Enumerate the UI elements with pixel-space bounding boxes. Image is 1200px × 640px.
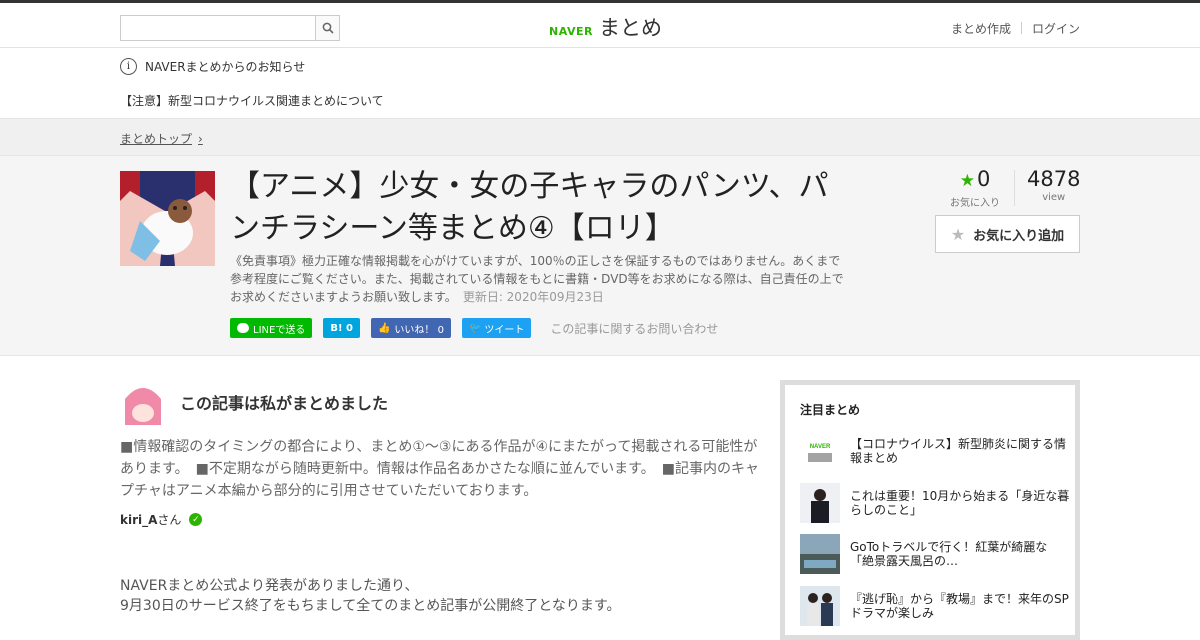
add-favorite-label: お気に入り追加: [973, 228, 1065, 244]
info-icon: i: [120, 58, 137, 75]
twitter-tweet-button[interactable]: 🐦 ツイート: [461, 318, 532, 338]
share-buttons: LINEで送る B! 0 👍 いいね！ 0 🐦 ツイート この記事に関するお問い…: [230, 318, 718, 338]
sidebar-item[interactable]: NAVER 【コロナウイルス】新型肺炎に関する情報まとめ: [800, 430, 1070, 472]
author-suffix: さん: [157, 513, 182, 527]
body-line-2: 9月30日のサービス終了をもちまして全てのまとめ記事が公開終了となります。: [120, 598, 621, 614]
search-box: [120, 15, 340, 41]
sidebar-item-text: 『逃げ恥』から『教場』まで！来年のSPドラマが楽しみ: [850, 592, 1069, 620]
landscape-photo-thumb: [800, 534, 840, 574]
favorites-label: お気に入り: [950, 198, 1000, 209]
sidebar-item[interactable]: GoToトラベルで行く！紅葉が綺麗な「絶景露天風呂の…: [800, 533, 1070, 575]
facebook-like-button[interactable]: 👍 いいね！ 0: [370, 318, 451, 338]
author-name[interactable]: kiri_A: [120, 513, 157, 527]
line-share-label: LINEで送る: [253, 324, 306, 336]
article-header: 【アニメ】少女・女の子キャラのパンツ、パンチラシーン等まとめ④【ロリ】 《免責事…: [0, 156, 1200, 356]
verified-check-icon: ✓: [189, 513, 203, 526]
views-label: view: [1042, 192, 1066, 203]
login-link[interactable]: ログイン: [1032, 20, 1080, 37]
header-divider: [1020, 22, 1022, 34]
chevron-right-icon: ›: [198, 131, 203, 146]
person-photo-thumb: [800, 483, 840, 523]
favorites-stat: ★0 お気に入り: [950, 166, 1000, 209]
body-line-1: NAVERまとめ公式より発表がありました通り、: [120, 578, 419, 594]
create-matome-link[interactable]: まとめ作成: [951, 20, 1011, 37]
star-icon: ★: [959, 171, 975, 191]
naver-matome-logo[interactable]: NAVER まとめ: [549, 12, 662, 42]
favorites-count: 0: [976, 167, 991, 191]
views-count: 4878: [1027, 167, 1081, 191]
couple-photo-thumb: [800, 586, 840, 626]
sidebar-item[interactable]: 『逃げ恥』から『教場』まで！来年のSPドラマが楽しみ: [800, 585, 1070, 627]
author-heading: この記事は私がまとめました: [180, 394, 389, 413]
breadcrumb-bar: まとめトップ ›: [0, 118, 1200, 156]
author-description: ■情報確認のタイミングの都合により、まとめ①～③にある作品が④にまたがって掲載さ…: [120, 439, 759, 499]
notice-heading: i NAVERまとめからのお知らせ: [120, 58, 305, 75]
author-byline: kiri_A さん ✓: [120, 511, 203, 528]
stats-divider: [1014, 170, 1015, 206]
article-disclaimer: 《免責事項》極力正確な情報掲載を心がけていますが、100％の正しさを保証するもの…: [230, 252, 850, 306]
notice-section: i NAVERまとめからのお知らせ 【注意】新型コロナウイルス関連まとめについて: [0, 48, 1200, 118]
facebook-share-label: いいね！ 0: [394, 324, 444, 336]
hatena-bookmark-button[interactable]: B! 0: [323, 318, 360, 338]
thumbs-up-icon: 👍: [377, 322, 391, 334]
search-input[interactable]: [121, 16, 315, 40]
inquiry-link[interactable]: この記事に関するお問い合わせ: [550, 320, 718, 337]
updated-date: 更新日: 2020年09月23日: [462, 290, 604, 304]
sidebar-item-text: 【コロナウイルス】新型肺炎に関する情報まとめ: [850, 437, 1067, 465]
sidebar-item-text: これは重要！10月から始まる「身近な暮らしのこと」: [850, 489, 1070, 517]
article-stats: ★0 お気に入り 4878 view: [950, 166, 1080, 209]
author-section: この記事は私がまとめました: [120, 378, 755, 426]
line-icon: [237, 323, 249, 333]
featured-sidebar: 注目まとめ NAVER 【コロナウイルス】新型肺炎に関する情報まとめ これは重要…: [780, 380, 1080, 640]
logo-text: まとめ: [598, 16, 662, 40]
sidebar-title: 注目まとめ: [800, 403, 861, 417]
svg-text:NAVER: NAVER: [810, 444, 831, 450]
sidebar-item-text: GoToトラベルで行く！紅葉が綺麗な「絶景露天風呂の…: [850, 540, 1048, 568]
notice-heading-text: NAVERまとめからのお知らせ: [145, 60, 306, 74]
breadcrumb-top-link[interactable]: まとめトップ: [120, 130, 192, 147]
twitter-bird-icon: 🐦: [468, 322, 482, 334]
star-outline-icon: ★: [950, 224, 966, 244]
add-favorite-button[interactable]: ★ お気に入り追加: [935, 215, 1080, 253]
notice-link[interactable]: 【注意】新型コロナウイルス関連まとめについて: [120, 92, 384, 109]
views-stat: 4878 view: [1027, 166, 1080, 209]
search-icon: [322, 22, 334, 34]
article-thumbnail: [120, 171, 215, 266]
top-bar: NAVER まとめ まとめ作成 ログイン: [0, 0, 1200, 48]
author-avatar[interactable]: [120, 379, 166, 425]
breadcrumb: まとめトップ ›: [120, 130, 203, 147]
article-title: 【アニメ】少女・女の子キャラのパンツ、パンチラシーン等まとめ④【ロリ】: [230, 169, 829, 246]
line-share-button[interactable]: LINEで送る: [230, 318, 313, 338]
sidebar-item[interactable]: これは重要！10月から始まる「身近な暮らしのこと」: [800, 482, 1070, 524]
article-body: NAVERまとめ公式より発表がありました通り、 9月30日のサービス終了をもちま…: [120, 576, 620, 616]
header-links: まとめ作成 ログイン: [951, 20, 1080, 37]
hatena-share-label: B! 0: [330, 322, 353, 334]
search-button[interactable]: [315, 16, 339, 40]
naver-logo-thumb: NAVER: [800, 431, 840, 471]
logo-brand: NAVER: [549, 25, 593, 38]
twitter-share-label: ツイート: [484, 324, 525, 336]
